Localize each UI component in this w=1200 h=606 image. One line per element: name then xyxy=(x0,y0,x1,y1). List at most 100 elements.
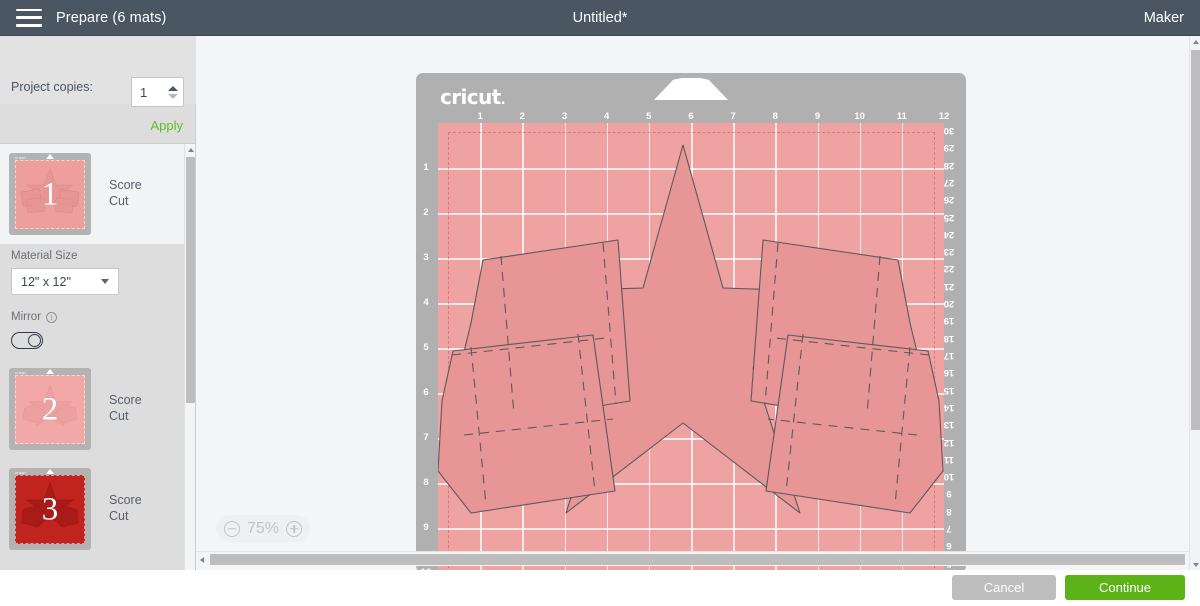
ruler-top-tick: 12 xyxy=(935,111,953,122)
mat-operations-3: Score Cut xyxy=(109,493,142,524)
mirror-toggle[interactable] xyxy=(11,332,43,349)
ruler-left-tick: 7 xyxy=(416,432,436,443)
mat-number: 1 xyxy=(16,176,84,213)
ruler-left-tick: 5 xyxy=(416,342,436,353)
scroll-up-arrow-icon[interactable] xyxy=(1190,36,1200,47)
ruler-left-tick: 3 xyxy=(416,252,436,263)
top-app-bar: Prepare (6 mats) Untitled* Maker xyxy=(0,0,1200,36)
ruler-top-tick: 10 xyxy=(851,111,869,122)
stepper-up-icon[interactable] xyxy=(168,86,178,91)
ruler-top-tick: 1 xyxy=(471,111,489,122)
mat-thumbnail-1[interactable]: cricut xyxy=(9,153,91,235)
ruler-left-tick: 8 xyxy=(416,477,436,488)
project-copies-field[interactable] xyxy=(131,77,184,107)
canvas-horizontal-scrollbar[interactable] xyxy=(196,551,1200,566)
mat-thumbnail-2[interactable]: cricut 2 xyxy=(9,368,91,450)
ruler-top-tick: 7 xyxy=(724,111,742,122)
material-size-value: 12" x 12" xyxy=(21,275,71,289)
mat-number: 3 xyxy=(16,491,84,528)
scroll-up-arrow-icon[interactable] xyxy=(185,144,196,155)
hamburger-menu-icon[interactable] xyxy=(16,9,42,27)
ruler-left-tick: 9 xyxy=(416,522,436,533)
box-panel-left-lower xyxy=(438,335,615,513)
hamburger-bar xyxy=(16,16,42,19)
ruler-top-tick: 4 xyxy=(598,111,616,122)
mat-clamp-icon xyxy=(654,78,728,100)
mat-operation-cut: Cut xyxy=(109,194,142,210)
mat-operations-1: Score Cut xyxy=(109,178,142,209)
prepare-title: Prepare (6 mats) xyxy=(56,10,166,26)
sidebar-scrollbar[interactable] xyxy=(184,144,195,593)
mat-list: cricut xyxy=(0,144,186,593)
mat-list-item-1[interactable]: cricut xyxy=(0,144,186,244)
mat-options: Material Size 12" x 12" Mirror i xyxy=(0,244,186,359)
mat-clamp-icon xyxy=(43,469,57,474)
mat-list-item-2[interactable]: cricut 2 Score Cut xyxy=(0,359,186,459)
stepper-down-icon[interactable] xyxy=(168,94,178,99)
mat-thumb-face: 1 xyxy=(15,160,85,229)
mirror-label-row: Mirror i xyxy=(11,311,186,323)
scroll-down-arrow-icon[interactable] xyxy=(1190,559,1200,570)
ruler-top-tick: 9 xyxy=(809,111,827,122)
mat-operation-cut: Cut xyxy=(109,509,142,525)
mat-number: 2 xyxy=(16,391,84,428)
ruler-top-tick: 2 xyxy=(513,111,531,122)
ruler-left-tick: 6 xyxy=(416,387,436,398)
mat-operation-cut: Cut xyxy=(109,409,142,425)
chevron-down-icon[interactable] xyxy=(101,279,109,284)
sidebar-scrollbar-thumb[interactable] xyxy=(186,157,195,403)
project-copies-stepper[interactable] xyxy=(166,78,179,106)
hamburger-bar xyxy=(16,9,42,12)
canvas-vertical-scrollbar[interactable] xyxy=(1189,36,1200,570)
ruler-top-tick: 6 xyxy=(682,111,700,122)
scroll-left-arrow-icon[interactable] xyxy=(196,552,207,567)
cricut-wordmark: cricut xyxy=(440,85,501,109)
design-artwork[interactable] xyxy=(438,123,944,570)
box-panel-right-lower xyxy=(766,335,943,513)
zoom-level-value: 75% xyxy=(247,520,279,538)
mat-thumb-face: 3 xyxy=(15,475,85,544)
footer-actions: Cancel Continue xyxy=(0,570,1200,606)
mirror-toggle-knob xyxy=(28,334,41,347)
ruler-top: 123456789101112 xyxy=(416,111,966,123)
horizontal-scrollbar-thumb[interactable] xyxy=(210,554,1185,565)
mat-thumbnail-3[interactable]: cricut 3 xyxy=(9,468,91,550)
zoom-control[interactable]: 75% xyxy=(216,515,310,542)
logo-dot: . xyxy=(501,93,505,108)
mat-operation-score: Score xyxy=(109,178,142,194)
ruler-top-tick: 11 xyxy=(893,111,911,122)
material-size-label: Material Size xyxy=(11,250,186,262)
ruler-top-tick: 8 xyxy=(766,111,784,122)
vertical-scrollbar-thumb[interactable] xyxy=(1191,50,1200,430)
info-icon[interactable]: i xyxy=(46,312,57,323)
project-copies-row: Project copies: xyxy=(0,36,196,104)
mirror-label: Mirror xyxy=(11,311,41,323)
mat-surface[interactable] xyxy=(438,123,944,570)
document-title: Untitled* xyxy=(0,10,1200,26)
zoom-out-icon[interactable] xyxy=(224,521,240,537)
cutting-mat[interactable]: cricut. 123456789101112 12345678910 3029… xyxy=(416,73,966,570)
mat-operation-score: Score xyxy=(109,493,142,509)
mat-list-item-3[interactable]: cricut 3 Score Cut xyxy=(0,459,186,559)
cancel-button[interactable]: Cancel xyxy=(952,575,1056,600)
ruler-left-tick: 4 xyxy=(416,297,436,308)
canvas-area[interactable]: cricut. 123456789101112 12345678910 3029… xyxy=(196,36,1200,570)
mat-clamp-icon xyxy=(43,369,57,374)
mat-operations-2: Score Cut xyxy=(109,393,142,424)
project-copies-input[interactable] xyxy=(132,78,168,106)
mat-clamp-icon xyxy=(43,154,57,159)
project-copies-label: Project copies: xyxy=(11,80,93,94)
hamburger-bar xyxy=(16,24,42,27)
machine-label[interactable]: Maker xyxy=(1144,10,1184,26)
cricut-logo: cricut. xyxy=(440,85,505,109)
zoom-in-icon[interactable] xyxy=(286,521,302,537)
material-size-select[interactable]: 12" x 12" xyxy=(11,268,119,295)
ruler-top-tick: 5 xyxy=(640,111,658,122)
mat-thumb-face: 2 xyxy=(15,375,85,444)
mat-operation-score: Score xyxy=(109,393,142,409)
ruler-left-tick: 2 xyxy=(416,207,436,218)
apply-button[interactable]: Apply xyxy=(150,118,183,133)
ruler-left-tick: 1 xyxy=(416,162,436,173)
left-sidebar: Project copies: Apply cricut xyxy=(0,36,196,570)
continue-button[interactable]: Continue xyxy=(1065,575,1185,600)
